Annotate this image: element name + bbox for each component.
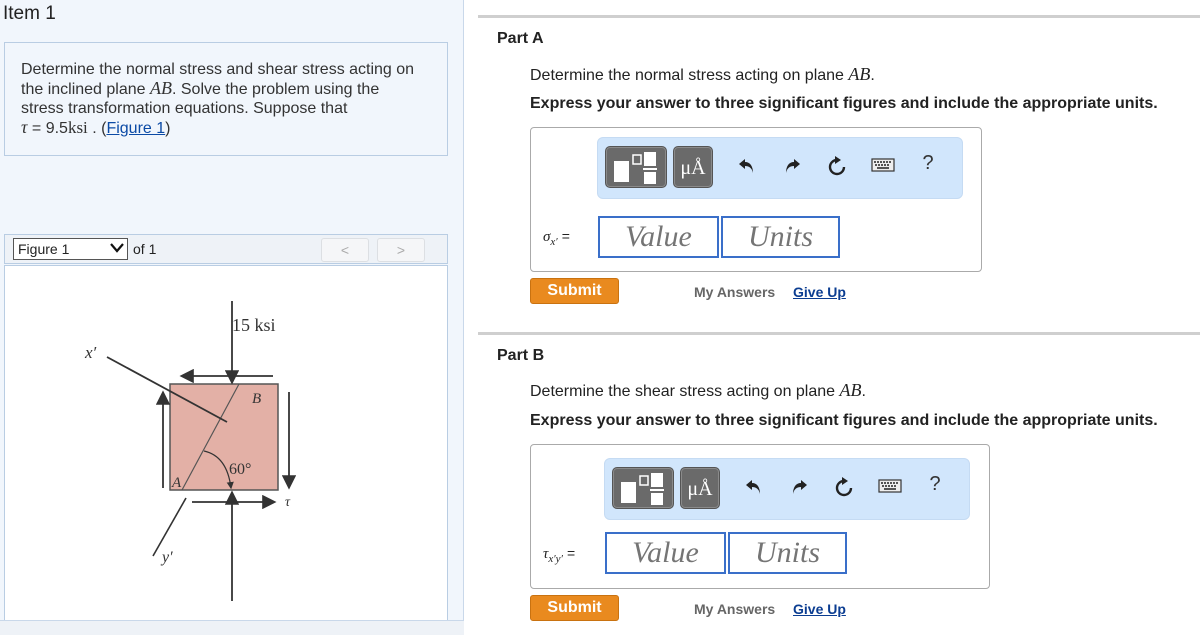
- chevron-down-icon: [109, 239, 125, 258]
- part-a-answer-box: μÅ ? σx′ =: [530, 127, 982, 272]
- problem-line-3: stress transformation equations. Suppose…: [21, 100, 348, 117]
- equals-sign: =: [566, 545, 576, 561]
- answer-pane: Part A Determine the normal stress actin…: [465, 0, 1200, 635]
- problem-text: the inclined plane: [21, 81, 150, 98]
- tau-unit: ksi: [67, 118, 88, 137]
- plane-label: AB: [848, 64, 871, 84]
- problem-line-2: the inclined plane AB. Solve the problem…: [21, 79, 431, 99]
- units-button[interactable]: μÅ: [673, 146, 713, 188]
- plane-label: AB: [149, 78, 172, 98]
- problem-line-4: τ = 9.5ksi . (Figure 1): [21, 118, 431, 138]
- question-text: .: [870, 67, 875, 84]
- tau-label: τ: [285, 495, 291, 510]
- figure-count: of 1: [133, 241, 157, 257]
- problem-text: . Solve the problem using the: [171, 81, 380, 98]
- figure-toolbar: Figure 1 of 1 < >: [4, 234, 448, 264]
- tau-value: 9.5: [45, 120, 68, 137]
- question-text: .: [861, 383, 866, 400]
- problem-pane: Item 1 Determine the normal stress and s…: [0, 0, 464, 635]
- part-a-title: Part A: [497, 30, 544, 47]
- point-b-label: B: [252, 391, 261, 407]
- point-a-label: A: [171, 475, 182, 491]
- tau-subscript: x′y′: [548, 553, 563, 565]
- templates-icon: [621, 473, 664, 505]
- undo-icon[interactable]: [735, 156, 759, 182]
- figure-link[interactable]: Figure 1: [106, 120, 165, 137]
- my-answers-label: My Answers: [694, 601, 776, 617]
- y-prime-label: y′: [160, 549, 173, 566]
- redo-icon[interactable]: [780, 156, 804, 182]
- units-input[interactable]: [728, 532, 847, 574]
- item-title: Item 1: [3, 3, 56, 24]
- give-up-link[interactable]: Give Up: [793, 284, 846, 300]
- close-paren: ): [165, 120, 171, 137]
- figure-select[interactable]: Figure 1: [13, 238, 128, 260]
- divider: [478, 332, 1200, 335]
- part-a-instruction: Express your answer to three significant…: [530, 95, 1158, 112]
- prev-figure-button[interactable]: <: [321, 238, 369, 262]
- templates-button[interactable]: [612, 467, 674, 509]
- figure-viewer: x′ y′ 15 ksi τ 60° A B: [4, 265, 448, 621]
- math-toolbar: μÅ ?: [597, 137, 963, 199]
- keyboard-icon[interactable]: [878, 477, 902, 500]
- next-figure-button[interactable]: >: [377, 238, 425, 262]
- x-prime-label: x′: [84, 343, 97, 362]
- problem-line-1: Determine the normal stress and shear st…: [21, 61, 415, 78]
- question-text: Determine the normal stress acting on pl…: [530, 67, 849, 84]
- figure-select-value: Figure 1: [18, 241, 70, 257]
- question-text: Determine the shear stress acting on pla…: [530, 383, 840, 400]
- undo-icon[interactable]: [742, 477, 766, 503]
- value-input[interactable]: [605, 532, 726, 574]
- part-a-question: Determine the normal stress acting on pl…: [530, 64, 875, 85]
- sigma-subscript: x′: [550, 236, 558, 248]
- templates-button[interactable]: [605, 146, 667, 188]
- units-button[interactable]: μÅ: [680, 467, 720, 509]
- stress-element-diagram: x′ y′ 15 ksi τ 60° A B: [84, 301, 297, 601]
- part-b-submit-button[interactable]: Submit: [530, 595, 619, 621]
- help-button[interactable]: ?: [923, 473, 947, 496]
- keyboard-icon[interactable]: [871, 156, 895, 179]
- angle-label: 60°: [229, 461, 251, 478]
- part-b-question: Determine the shear stress acting on pla…: [530, 380, 866, 401]
- give-up-link[interactable]: Give Up: [793, 601, 846, 617]
- math-toolbar: μÅ ?: [604, 458, 970, 520]
- value-input[interactable]: [598, 216, 719, 258]
- problem-statement: Determine the normal stress and shear st…: [4, 42, 448, 156]
- plane-label: AB: [839, 380, 862, 400]
- sigma-label: σx′ =: [543, 228, 570, 248]
- templates-icon: [614, 152, 657, 184]
- load-label: 15 ksi: [232, 315, 276, 335]
- divider: [478, 15, 1200, 18]
- equals-sign: =: [561, 228, 570, 244]
- reset-icon[interactable]: [832, 477, 856, 505]
- units-input[interactable]: [721, 216, 840, 258]
- tau-label: τx′y′ =: [543, 545, 575, 565]
- reset-icon[interactable]: [825, 156, 849, 184]
- help-button[interactable]: ?: [916, 152, 940, 175]
- my-answers-label: My Answers: [694, 284, 776, 300]
- part-b-instruction: Express your answer to three significant…: [530, 412, 1158, 429]
- equals-sign: =: [27, 120, 46, 137]
- y-prime-axis: [152, 497, 187, 557]
- redo-icon[interactable]: [787, 477, 811, 503]
- separator: . (: [87, 120, 107, 137]
- figure-footer: [0, 620, 464, 635]
- part-b-title: Part B: [497, 347, 545, 364]
- part-b-answer-box: μÅ ? τx′y′ =: [530, 444, 990, 589]
- part-a-submit-button[interactable]: Submit: [530, 278, 619, 304]
